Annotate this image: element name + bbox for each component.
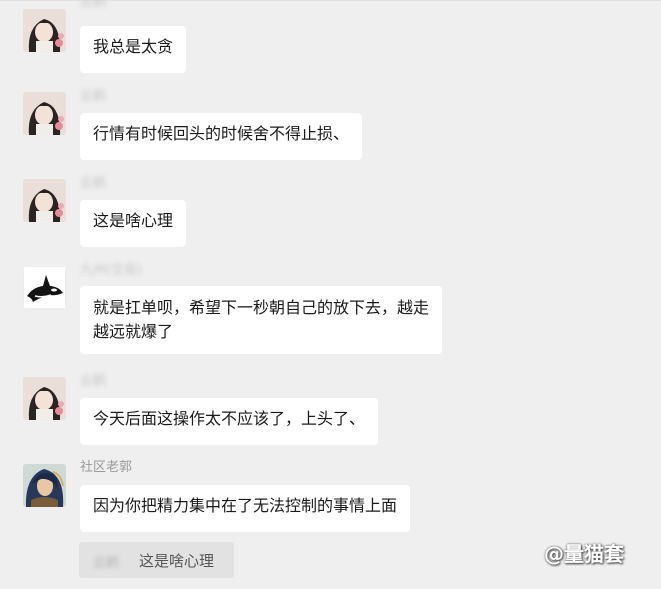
- sender-name: 云鹤: [80, 89, 107, 104]
- sender-name: 九州(交易): [80, 263, 143, 278]
- chat-window: 云鹤 我总是太贪 云鹤 行情有时候回头的时候舍不得止损、 云鹤 这是啥心理 九州…: [0, 0, 661, 589]
- avatar[interactable]: [23, 266, 66, 309]
- message-line: 越远就爆了: [93, 322, 174, 341]
- quoted-text: 这是啥心理: [139, 552, 215, 570]
- girl-avatar-icon: [23, 377, 66, 420]
- sender-name: 云鹤: [80, 176, 107, 191]
- message-bubble[interactable]: 我总是太贪: [80, 26, 187, 73]
- avatar[interactable]: [23, 92, 66, 135]
- avatar[interactable]: [23, 377, 66, 420]
- avatar[interactable]: [23, 464, 66, 507]
- message-bubble[interactable]: 这是啥心理: [80, 200, 187, 247]
- message-bubble[interactable]: 今天后面这操作太不应该了，上头了、: [80, 398, 379, 445]
- watermark: @量猫套: [544, 542, 624, 566]
- avatar[interactable]: [23, 9, 66, 52]
- message-bubble[interactable]: 就是扛单呗，希望下一秒朝自己的放下去，越走 越远就爆了: [80, 286, 443, 354]
- sender-name: 云鹤: [80, 0, 107, 10]
- avatar[interactable]: [23, 179, 66, 222]
- girl-avatar-icon: [23, 179, 66, 222]
- quoted-message[interactable]: 云鹤 这是啥心理: [79, 542, 234, 578]
- message-bubble[interactable]: 行情有时候回头的时候舍不得止损、: [80, 113, 363, 160]
- quoted-sender: 云鹤: [93, 556, 120, 571]
- girl-avatar-icon: [23, 92, 66, 135]
- anime-avatar-icon: [23, 464, 66, 507]
- orca-avatar-icon: [23, 266, 66, 309]
- message-line: 就是扛单呗，希望下一秒朝自己的放下去，越走: [93, 298, 430, 317]
- sender-name: 云鹤: [80, 374, 107, 389]
- sender-name: 社区老郭: [80, 460, 133, 475]
- girl-avatar-icon: [23, 9, 66, 52]
- message-bubble[interactable]: 因为你把精力集中在了无法控制的事情上面: [80, 485, 411, 532]
